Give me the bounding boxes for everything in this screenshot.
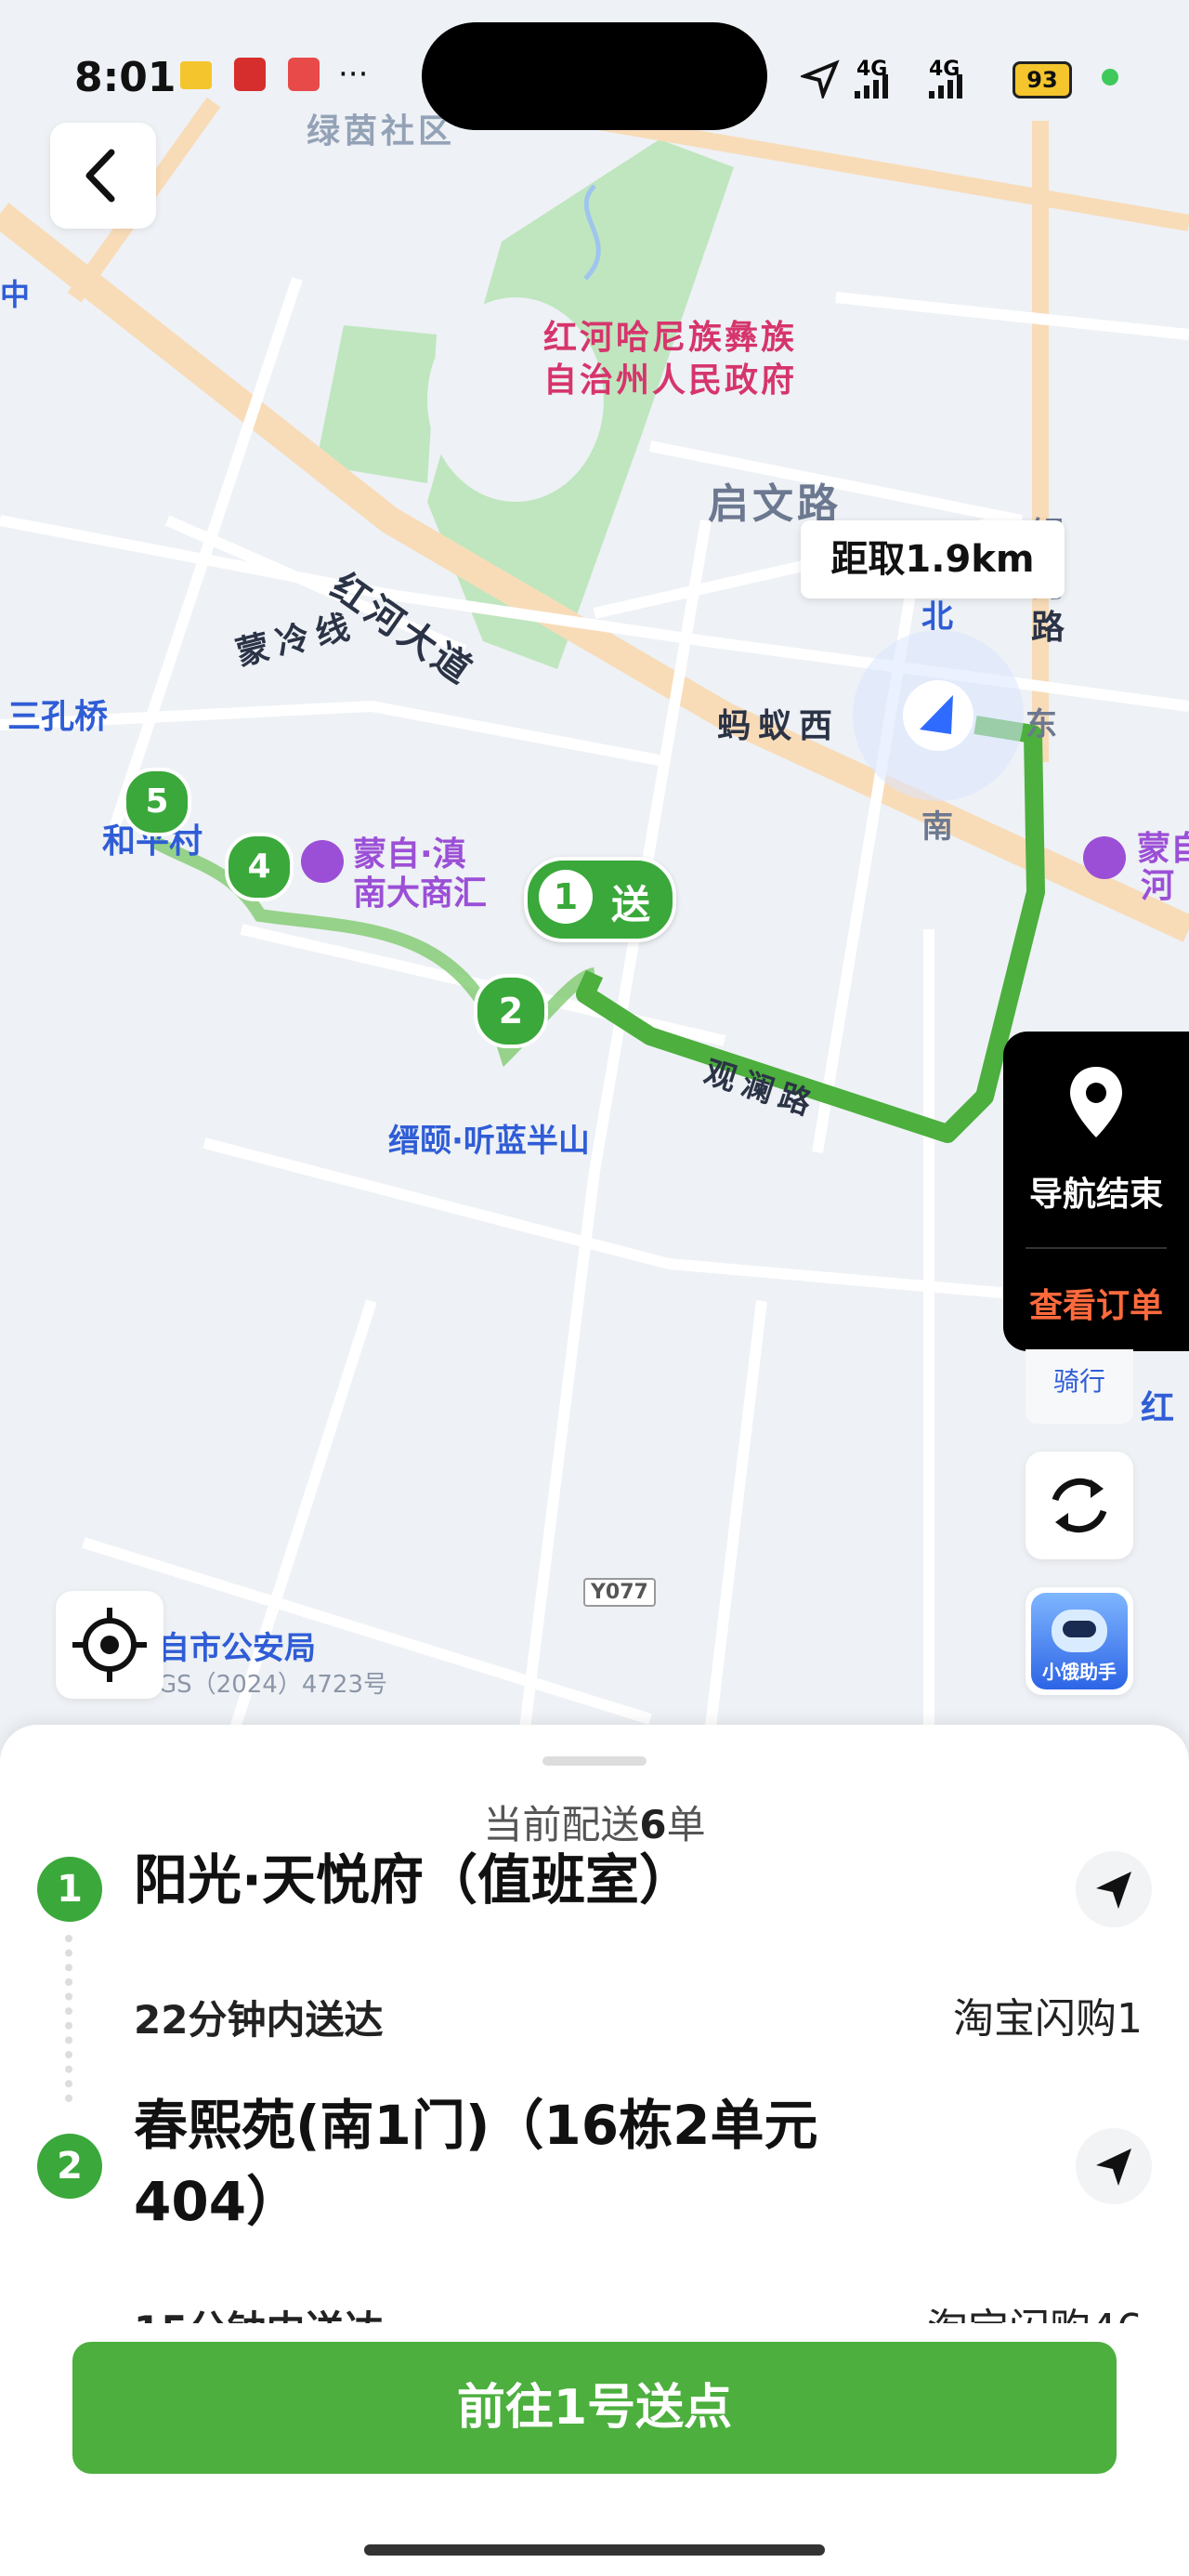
status-time: 8:01 xyxy=(74,54,176,101)
map-label: 红 xyxy=(1141,1389,1175,1427)
distance-to-pickup-chip: 距取1.9km xyxy=(801,520,1065,598)
footer-bar: 前往1号送点 xyxy=(0,2323,1189,2576)
refresh-icon xyxy=(1052,1478,1107,1533)
dynamic-island xyxy=(422,22,767,130)
stop-1-order-source: 淘宝闪购1 xyxy=(953,1995,1143,2043)
end-navigation-button[interactable]: 导航结束 xyxy=(1003,1167,1189,1216)
compass-south: 南 xyxy=(921,808,953,846)
refresh-route-button[interactable] xyxy=(1026,1452,1133,1559)
stop-2-address-cont[interactable]: 404） xyxy=(134,2163,300,2240)
pin-1-number: 1 xyxy=(539,870,593,924)
location-arrow-icon xyxy=(801,59,840,99)
stop-1-navigate-button[interactable] xyxy=(1076,1851,1152,1927)
map-label: 自市公安局 xyxy=(158,1630,316,1667)
map-label: 路 xyxy=(1031,609,1065,647)
map-view[interactable]: 绿茵社区 红河哈尼族彝族 自治州人民政府 启文路 红河大道 蒙冷线 三孔桥 蚂蚁… xyxy=(0,0,1189,1766)
sheet-drag-handle[interactable] xyxy=(542,1756,647,1766)
map-label-gov: 红河哈尼族彝族 xyxy=(543,319,798,357)
navigate-arrow-icon xyxy=(1096,1872,1131,1909)
map-label-gov: 自治州人民政府 xyxy=(543,361,798,400)
hotel-poi-icon[interactable] xyxy=(1083,836,1126,879)
compass-east: 东 xyxy=(1026,706,1057,743)
stop-1-address[interactable]: 阳光·天悦府（值班室） xyxy=(134,1842,693,1918)
app-notification-icon xyxy=(288,58,320,91)
map-label: 中 xyxy=(0,277,31,312)
privacy-dot xyxy=(1102,69,1118,85)
assistant-label: 小饿助手 xyxy=(1042,1661,1117,1683)
route-pin-1[interactable]: 1 送 xyxy=(524,857,676,942)
go-to-stop-button[interactable]: 前往1号送点 xyxy=(72,2342,1117,2474)
my-location-button[interactable] xyxy=(56,1591,163,1699)
assistant-button[interactable]: 小饿助手 xyxy=(1026,1587,1133,1695)
crosshair-icon xyxy=(72,1608,147,1682)
route-pin-4[interactable]: 4 xyxy=(225,833,294,901)
route-pin-5[interactable]: 5 xyxy=(123,768,191,836)
title-prefix: 当前配送 xyxy=(483,1802,640,1847)
back-button[interactable] xyxy=(50,123,156,229)
map-label: 三孔桥 xyxy=(7,698,109,736)
stop-1-badge: 1 xyxy=(37,1857,102,1922)
robot-assistant-icon: 小饿助手 xyxy=(1031,1593,1128,1689)
map-approval-number: GS（2024）4723号 xyxy=(158,1671,387,1699)
app-notification-icon xyxy=(234,58,266,91)
view-order-button[interactable]: 查看订单 xyxy=(1003,1279,1189,1327)
more-notifications: ··· xyxy=(338,56,369,93)
route-pin-2[interactable]: 2 xyxy=(474,974,548,1048)
app-notification-icon xyxy=(180,61,212,89)
map-label: 蚂蚁西 xyxy=(717,707,841,745)
pin-1-deliver-tag: 送 xyxy=(611,882,651,927)
signal-icon xyxy=(855,74,888,99)
stop-2-badge: 2 xyxy=(37,2134,102,2199)
mall-poi-icon[interactable] xyxy=(301,840,344,883)
divider xyxy=(1026,1247,1167,1249)
status-bar: 8:01 ··· 4G 4G 93 xyxy=(0,0,1189,149)
map-label: 河 xyxy=(1141,867,1175,905)
chevron-left-icon xyxy=(85,149,115,203)
home-indicator[interactable] xyxy=(364,2544,825,2556)
navigation-side-panel: 导航结束 查看订单 xyxy=(1003,1032,1189,1351)
stop-2-navigate-button[interactable] xyxy=(1076,2128,1152,2204)
ride-mode-button[interactable]: 骑行 xyxy=(1026,1349,1133,1424)
map-label: 南大商汇 xyxy=(353,874,488,913)
route-connector xyxy=(65,1935,80,2102)
stop-1-eta: 22分钟内送达 xyxy=(134,1997,384,2043)
map-pin-icon xyxy=(1070,1067,1122,1137)
map-label: 缙颐·听蓝半山 xyxy=(388,1123,590,1160)
signal-icon xyxy=(929,74,962,99)
battery-indicator: 93 xyxy=(1013,61,1072,99)
title-suffix: 单 xyxy=(666,1802,706,1847)
road-code-badge: Y077 xyxy=(583,1578,656,1607)
stop-2-address[interactable]: 春熙苑(南1门)（16栋2单元 xyxy=(134,2087,817,2163)
delivery-count: 6 xyxy=(639,1802,667,1847)
robot-visor xyxy=(1063,1621,1096,1637)
navigate-arrow-icon xyxy=(1096,2149,1131,2186)
